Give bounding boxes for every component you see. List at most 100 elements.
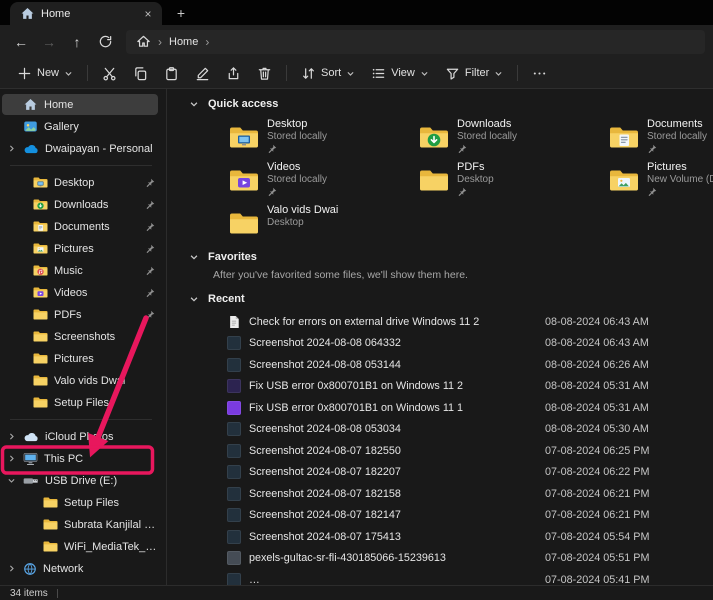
sidebar-item-videos[interactable]: Videos (12, 282, 158, 303)
sidebar-item-downloads[interactable]: Downloads (12, 194, 158, 215)
toolbar: New Sort View Filter (0, 58, 713, 89)
chevron-right-icon[interactable] (7, 144, 17, 153)
sidebar-item-label: Downloads (54, 199, 138, 211)
recent-file-row[interactable]: Screenshot 2024-08-07 18214707-08-2024 0… (227, 505, 713, 527)
file-name: Fix USB error 0x800701B1 on Windows 11 1 (249, 402, 537, 414)
pin-icon (457, 144, 517, 157)
sidebar-item-dwaipayan-personal[interactable]: Dwaipayan - Personal (2, 138, 158, 159)
quick-access-card-videos[interactable]: VideosStored locally (229, 161, 419, 199)
section-header-recent[interactable]: Recent (181, 290, 713, 308)
sidebar-item-subrata-kanjilal-files[interactable]: Subrata Kanjilal files (22, 514, 158, 535)
sidebar-separator (10, 165, 152, 166)
usb-icon (23, 477, 39, 485)
card-text: PDFsDesktop (457, 161, 494, 199)
recent-file-row[interactable]: Fix USB error 0x800701B1 on Windows 11 1… (227, 397, 713, 419)
pin-icon (457, 187, 494, 200)
recent-file-row[interactable]: pexels-gultac-sr-fli-430185066-152396130… (227, 548, 713, 570)
explorer-tab-home[interactable]: Home × (10, 2, 162, 25)
section-header-quick-access[interactable]: Quick access (181, 95, 713, 113)
paste-button[interactable] (157, 61, 186, 85)
card-subtitle: Stored locally (267, 174, 327, 186)
sidebar: Home GalleryDwaipayan - Personal Desktop Do… (0, 89, 167, 585)
home-tab-icon (20, 6, 35, 21)
file-name: Screenshot 2024-08-07 175413 (249, 531, 537, 543)
sidebar-item-music[interactable]: Music (12, 260, 158, 281)
folder-icon (33, 352, 48, 365)
copy-button[interactable] (126, 61, 155, 85)
recent-file-row[interactable]: Screenshot 2024-08-07 18215807-08-2024 0… (227, 483, 713, 505)
breadcrumb-home[interactable]: Home (169, 36, 198, 48)
recent-file-row[interactable]: Fix USB error 0x800701B1 on Windows 11 2… (227, 376, 713, 398)
card-text: DownloadsStored locally (457, 118, 517, 156)
new-button[interactable]: New (10, 61, 80, 85)
quick-access-card-documents[interactable]: DocumentsStored locally (609, 118, 713, 156)
sidebar-item-label: iCloud Photos (45, 431, 158, 443)
sidebar-item-label: Pictures (54, 243, 138, 255)
chevron-right-icon[interactable] (7, 432, 17, 441)
recent-file-row[interactable]: Screenshot 2024-08-08 05314408-08-2024 0… (227, 354, 713, 376)
tab-close-icon[interactable]: × (140, 6, 156, 22)
forward-button[interactable]: → (36, 30, 62, 54)
sidebar-item-home[interactable]: Home (2, 94, 158, 115)
filter-button[interactable]: Filter (438, 61, 510, 85)
plus-icon (17, 66, 32, 81)
sidebar-item-icloud-photos[interactable]: iCloud Photos (2, 426, 158, 447)
view-list-icon (371, 66, 386, 81)
file-name: Screenshot 2024-08-07 182147 (249, 509, 537, 521)
quick-access-card-valo-vids-dwai[interactable]: Valo vids DwaiDesktop (229, 204, 419, 242)
chevron-down-icon (420, 69, 429, 78)
sort-button[interactable]: Sort (294, 61, 362, 85)
quick-access-card-desktop[interactable]: DesktopStored locally (229, 118, 419, 156)
section-header-favorites[interactable]: Favorites (181, 248, 713, 266)
sidebar-item-setup-files[interactable]: Setup Files (12, 392, 158, 413)
recent-file-row[interactable]: Screenshot 2024-08-07 17541307-08-2024 0… (227, 526, 713, 548)
videos-folder-icon (229, 161, 259, 199)
sidebar-item-this-pc[interactable]: This PC (2, 448, 158, 469)
recent-file-row[interactable]: Screenshot 2024-08-08 05303408-08-2024 0… (227, 419, 713, 441)
quick-access-card-pdfs[interactable]: PDFsDesktop (419, 161, 609, 199)
back-button[interactable]: ← (8, 30, 34, 54)
refresh-button[interactable] (92, 30, 118, 54)
sidebar-item-setup-files[interactable]: Setup Files (22, 492, 158, 513)
sidebar-item-label: Home (44, 99, 158, 111)
sidebar-item-gallery[interactable]: Gallery (2, 116, 158, 137)
delete-button[interactable] (250, 61, 279, 85)
sidebar-item-desktop[interactable]: Desktop (12, 172, 158, 193)
recent-file-row[interactable]: Screenshot 2024-08-07 18220707-08-2024 0… (227, 462, 713, 484)
chevron-down-icon[interactable] (7, 476, 17, 485)
documents-folder-icon (609, 118, 639, 156)
file-thumbnail (227, 465, 241, 479)
cut-button[interactable] (95, 61, 124, 85)
sidebar-item-pictures[interactable]: Pictures (12, 238, 158, 259)
recent-file-row[interactable]: Check for errors on external drive Windo… (227, 311, 713, 333)
recent-file-row[interactable]: Screenshot 2024-08-07 18255007-08-2024 0… (227, 440, 713, 462)
file-name: Check for errors on external drive Windo… (249, 316, 537, 328)
sidebar-item-wifi-mediatek-v3-3-0-350[interactable]: WiFi_MediaTek_v3.3.0.350 (22, 536, 158, 557)
quick-access-card-downloads[interactable]: DownloadsStored locally (419, 118, 609, 156)
share-button[interactable] (219, 61, 248, 85)
chevron-right-icon[interactable] (7, 564, 17, 573)
card-text: DocumentsStored locally (647, 118, 707, 156)
sidebar-item-pdfs[interactable]: PDFs (12, 304, 158, 325)
address-bar[interactable]: › Home › (126, 30, 705, 54)
sidebar-item-screenshots[interactable]: Screenshots (12, 326, 158, 347)
trash-icon (257, 66, 272, 81)
recent-file-row[interactable]: …07-08-2024 05:41 PM (227, 569, 713, 585)
up-button[interactable]: ↑ (64, 30, 90, 54)
sidebar-item-documents[interactable]: Documents (12, 216, 158, 237)
sidebar-item-usb-drive-e[interactable]: USB Drive (E:) (2, 470, 158, 491)
rename-button[interactable] (188, 61, 217, 85)
more-options-button[interactable] (525, 61, 554, 85)
recent-file-row[interactable]: Screenshot 2024-08-08 06433208-08-2024 0… (227, 333, 713, 355)
card-subtitle: Desktop (267, 217, 338, 229)
chevron-right-icon[interactable] (7, 454, 17, 463)
quick-access-card-pictures[interactable]: PicturesNew Volume (D:) (609, 161, 713, 199)
new-tab-button[interactable]: + (172, 5, 190, 21)
sidebar-item-label: Documents (54, 221, 138, 233)
sidebar-item-pictures[interactable]: Pictures (12, 348, 158, 369)
sidebar-item-network[interactable]: Network (2, 558, 158, 579)
file-name: Screenshot 2024-08-07 182550 (249, 445, 537, 457)
sidebar-item-valo-vids-dwai[interactable]: Valo vids Dwai (12, 370, 158, 391)
view-button[interactable]: View (364, 61, 436, 85)
folder-icon (33, 396, 48, 409)
